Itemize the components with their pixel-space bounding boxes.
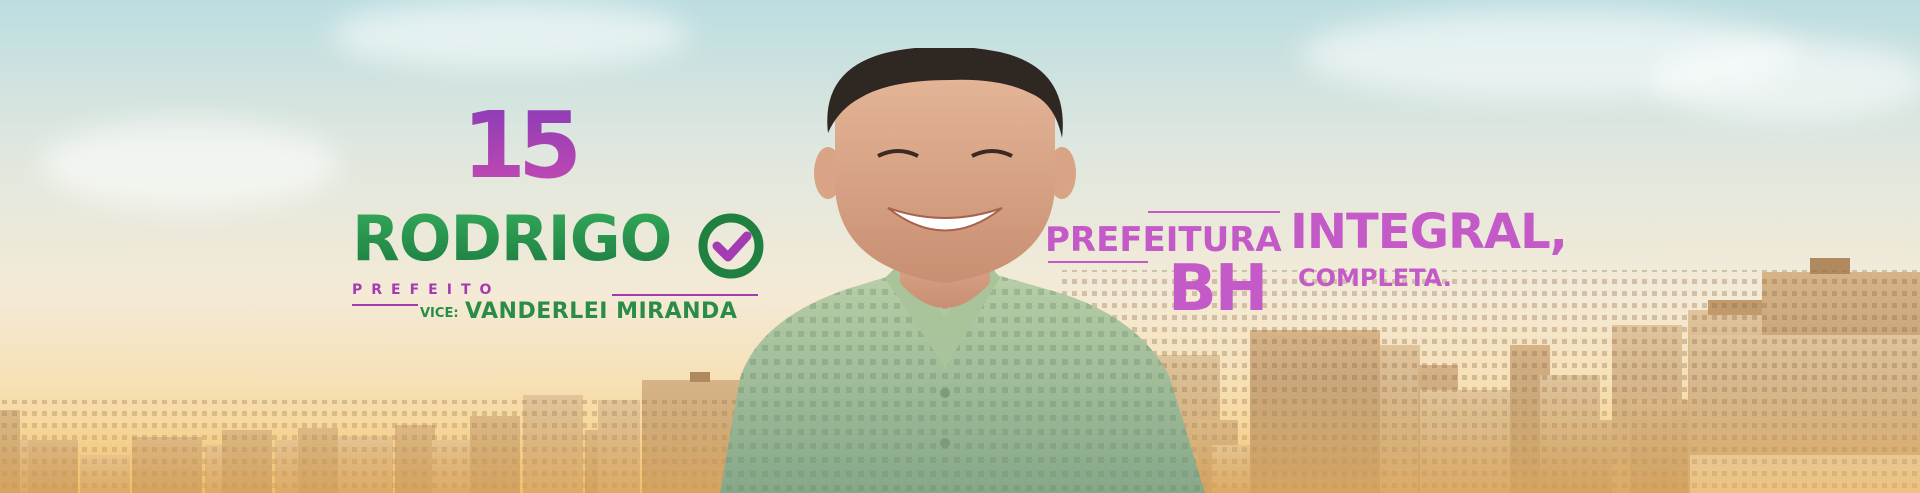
- vice-name: VANDERLEI MIRANDA: [465, 299, 738, 324]
- candidate-number: 15: [462, 100, 592, 192]
- slogan-completa: COMPLETA.: [1298, 264, 1452, 292]
- slogan-line: [1148, 211, 1280, 213]
- divider-line: [352, 304, 418, 306]
- divider-line: [612, 294, 758, 296]
- slogan-line: [1048, 261, 1148, 263]
- candidate-role: PREFEITO: [352, 282, 501, 298]
- candidate-name: RODRIGO: [352, 202, 672, 275]
- check-icon: [698, 213, 764, 279]
- slogan-integral: INTEGRAL,: [1290, 204, 1568, 260]
- campaign-banner: 15 RODRIGO PREFEITO VICE: VANDERLEI MIRA…: [0, 0, 1920, 493]
- candidate-photo: [720, 48, 1205, 493]
- vice-label: VICE:: [420, 306, 459, 321]
- slogan-bh: BH: [1168, 252, 1268, 326]
